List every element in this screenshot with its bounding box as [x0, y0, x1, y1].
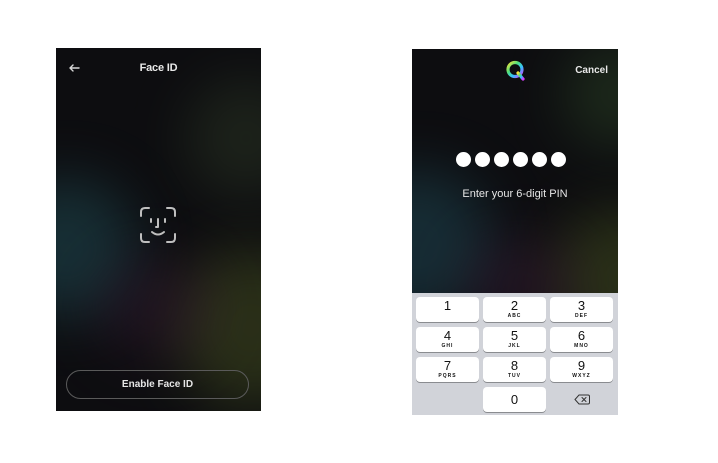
- key-digit: 8: [510, 358, 519, 373]
- face-id-icon: [138, 205, 178, 245]
- background-glow: [462, 239, 582, 293]
- q-logo-icon: [504, 59, 526, 81]
- faceid-screen: Face ID Enable Face ID: [56, 48, 261, 411]
- pin-dot: [551, 152, 566, 167]
- key-digit: 6: [577, 328, 586, 343]
- pin-dot: [456, 152, 471, 167]
- key-letters: MNO: [574, 343, 589, 349]
- cancel-button[interactable]: Cancel: [575, 65, 608, 76]
- key-letters: TUV: [508, 373, 521, 379]
- backspace-icon: [574, 394, 590, 405]
- pin-dot: [513, 152, 528, 167]
- key-digit: 7: [443, 358, 452, 373]
- pin-entry-area: Cancel Enter your 6-digit PIN: [412, 49, 618, 293]
- key-letters: JKL: [508, 343, 521, 349]
- background-glow: [552, 209, 618, 293]
- key-letters: PQRS: [438, 373, 457, 379]
- numeric-keypad: 1 2 ABC 3 DEF 4 GHI 5 JKL 6 MNO 7 PQRS 8: [412, 293, 618, 415]
- key-digit: 0: [510, 392, 519, 407]
- key-digit: 1: [443, 298, 452, 313]
- background-glow: [56, 178, 136, 318]
- key-3[interactable]: 3 DEF: [550, 297, 613, 322]
- key-1[interactable]: 1: [416, 297, 479, 322]
- key-digit: 5: [510, 328, 519, 343]
- pin-dot: [475, 152, 490, 167]
- key-9[interactable]: 9 WXYZ: [550, 357, 613, 382]
- key-7[interactable]: 7 PQRS: [416, 357, 479, 382]
- background-glow: [96, 258, 216, 358]
- key-digit: 3: [577, 298, 586, 313]
- page-title: Face ID: [139, 62, 178, 74]
- key-letters: ABC: [507, 313, 522, 319]
- key-letters: GHI: [441, 343, 454, 349]
- key-letters: DEF: [575, 313, 588, 319]
- pin-dot: [494, 152, 509, 167]
- key-8[interactable]: 8 TUV: [483, 357, 546, 382]
- pin-dot: [532, 152, 547, 167]
- background-glow: [562, 49, 618, 149]
- key-4[interactable]: 4 GHI: [416, 327, 479, 352]
- key-digit: 4: [443, 328, 452, 343]
- key-digit: 9: [577, 358, 586, 373]
- pin-prompt: Enter your 6-digit PIN: [462, 188, 568, 200]
- key-letters: WXYZ: [572, 373, 591, 379]
- key-digit: 2: [510, 298, 519, 313]
- delete-key[interactable]: [550, 387, 613, 412]
- key-2[interactable]: 2 ABC: [483, 297, 546, 322]
- pin-dots: [456, 152, 576, 168]
- key-6[interactable]: 6 MNO: [550, 327, 613, 352]
- background-glow: [186, 78, 261, 198]
- pin-screen: Cancel Enter your 6-digit PIN 1 2 ABC 3 …: [412, 49, 618, 415]
- key-5[interactable]: 5 JKL: [483, 327, 546, 352]
- enable-face-id-button[interactable]: Enable Face ID: [66, 370, 249, 399]
- key-0[interactable]: 0: [483, 387, 546, 412]
